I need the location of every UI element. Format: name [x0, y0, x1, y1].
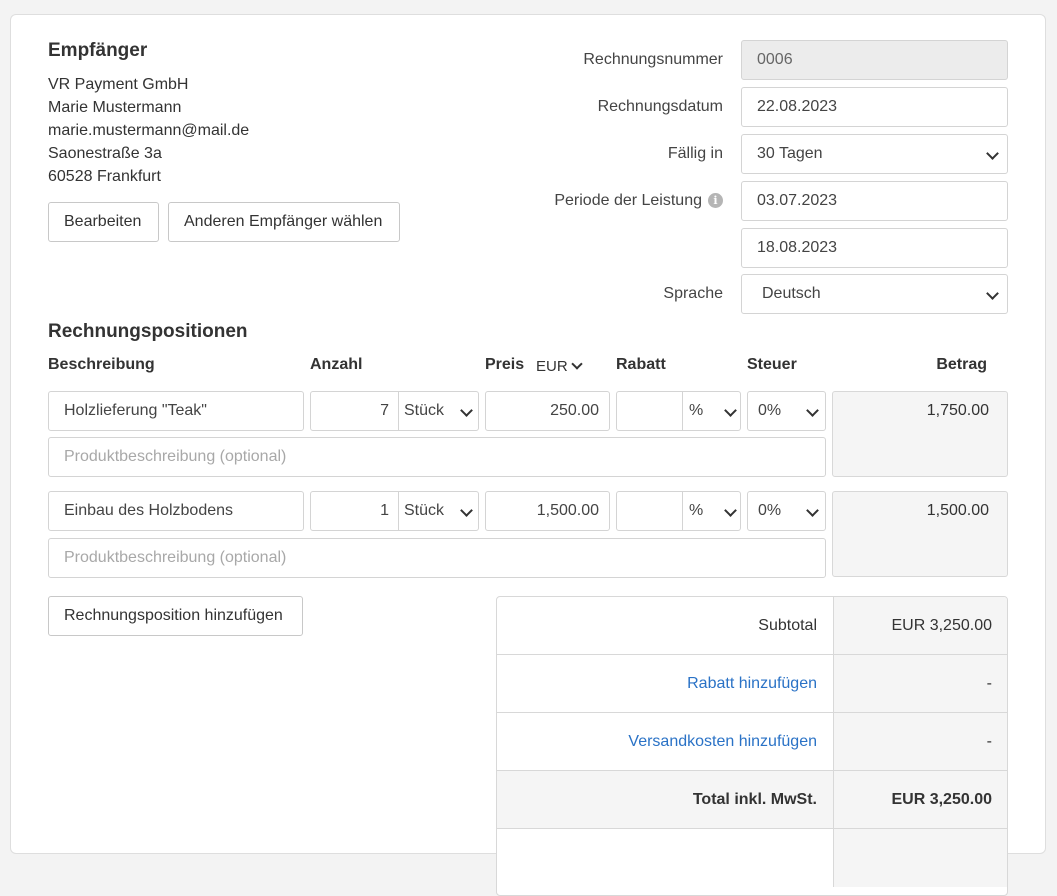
item-unit-select[interactable]: Stück — [404, 492, 478, 530]
shipping-value: - — [834, 713, 1007, 770]
currency-label: EUR — [536, 358, 568, 375]
discount-cell: Rabatt hinzufügen — [497, 655, 834, 712]
invoice-date-field[interactable]: 22.08.2023 — [741, 87, 1008, 127]
positions-heading: Rechnungspositionen — [48, 321, 248, 342]
chevron-down-icon — [571, 358, 583, 370]
totals-next-row — [497, 829, 1007, 887]
total-value: EUR 3,250.00 — [834, 771, 1007, 828]
due-select[interactable]: 30 Tagen — [741, 134, 1008, 174]
col-amount: Betrag — [936, 356, 987, 373]
col-tax: Steuer — [747, 356, 797, 373]
divider — [398, 492, 399, 530]
language-select[interactable]: Deutsch — [741, 274, 1008, 314]
item-discount-group: % — [616, 491, 741, 531]
due-label: Fällig in — [667, 145, 723, 162]
subtotal-label: Subtotal — [497, 597, 834, 654]
recipient-name: Marie Mustermann — [48, 99, 182, 116]
item-discount-input[interactable] — [617, 492, 681, 530]
chevron-down-icon — [986, 287, 999, 300]
period-to-field[interactable]: 18.08.2023 — [741, 228, 1008, 268]
item-tax-value: 0% — [758, 502, 782, 519]
divider — [398, 392, 399, 430]
total-row: Total inkl. MwSt. EUR 3,250.00 — [497, 771, 1007, 829]
item-discount-type-select[interactable]: % — [689, 392, 740, 430]
due-value: 30 Tagen — [757, 145, 823, 162]
add-position-button[interactable]: Rechnungsposition hinzufügen — [48, 596, 303, 636]
shipping-row: Versandkosten hinzufügen - — [497, 713, 1007, 771]
item-discount-input[interactable] — [617, 392, 681, 430]
col-description: Beschreibung — [48, 356, 155, 373]
item-quantity-input[interactable]: 1 — [311, 492, 389, 530]
recipient-company: VR Payment GmbH — [48, 76, 189, 93]
item-discount-type-value: % — [689, 402, 704, 419]
item-quantity-group: 1 Stück — [310, 491, 479, 531]
totals-next-right — [834, 829, 1007, 887]
divider — [682, 492, 683, 530]
subtotal-value: EUR 3,250.00 — [834, 597, 1007, 654]
add-discount-link[interactable]: Rabatt hinzufügen — [687, 675, 817, 692]
item-description-input[interactable]: Holzlieferung "Teak" — [48, 391, 304, 431]
add-shipping-link[interactable]: Versandkosten hinzufügen — [628, 733, 817, 750]
item-amount: 1,750.00 — [832, 391, 1008, 477]
recipient-heading: Empfänger — [48, 40, 148, 61]
currency-dropdown[interactable]: EUR — [536, 358, 586, 378]
period-label: Periode der Leistung i — [461, 192, 723, 210]
col-quantity: Anzahl — [310, 356, 363, 373]
item-description-input[interactable]: Einbau des Holzbodens — [48, 491, 304, 531]
item-discount-group: % — [616, 391, 741, 431]
invoice-number-label: Rechnungsnummer — [583, 51, 723, 68]
shipping-cell: Versandkosten hinzufügen — [497, 713, 834, 770]
chevron-down-icon — [724, 404, 737, 417]
recipient-city: 60528 Frankfurt — [48, 168, 161, 185]
subtotal-row: Subtotal EUR 3,250.00 — [497, 597, 1007, 655]
chevron-down-icon — [986, 147, 999, 160]
item-quantity-input[interactable]: 7 — [311, 392, 389, 430]
chevron-down-icon — [724, 504, 737, 517]
invoice-date-label: Rechnungsdatum — [597, 98, 723, 115]
item-price-input[interactable]: 250.00 — [485, 391, 610, 431]
totals-next-left — [497, 829, 834, 887]
chevron-down-icon — [460, 504, 473, 517]
item-unit-select[interactable]: Stück — [404, 392, 478, 430]
item-price-input[interactable]: 1,500.00 — [485, 491, 610, 531]
chevron-down-icon — [806, 404, 819, 417]
item-product-description-input[interactable]: Produktbeschreibung (optional) — [48, 538, 826, 578]
chevron-down-icon — [806, 504, 819, 517]
item-tax-select[interactable]: 0% — [747, 391, 826, 431]
invoice-number-field: 0006 — [741, 40, 1008, 80]
period-label-text: Periode der Leistung — [554, 192, 702, 209]
choose-other-recipient-button[interactable]: Anderen Empfänger wählen — [168, 202, 400, 242]
item-quantity-group: 7 Stück — [310, 391, 479, 431]
item-unit-value: Stück — [404, 402, 445, 419]
divider — [682, 392, 683, 430]
period-from-field[interactable]: 03.07.2023 — [741, 181, 1008, 221]
edit-recipient-button[interactable]: Bearbeiten — [48, 202, 159, 242]
chevron-down-icon — [460, 404, 473, 417]
discount-value: - — [834, 655, 1007, 712]
item-tax-value: 0% — [758, 402, 782, 419]
discount-row: Rabatt hinzufügen - — [497, 655, 1007, 713]
col-price: Preis — [485, 356, 525, 373]
language-label: Sprache — [663, 285, 723, 302]
col-discount: Rabatt — [616, 356, 666, 373]
recipient-address: VR Payment GmbH Marie Mustermann marie.m… — [48, 73, 249, 188]
item-discount-type-select[interactable]: % — [689, 492, 740, 530]
item-amount: 1,500.00 — [832, 491, 1008, 577]
item-unit-value: Stück — [404, 502, 445, 519]
totals-panel: Subtotal EUR 3,250.00 Rabatt hinzufügen … — [496, 596, 1008, 896]
total-label: Total inkl. MwSt. — [497, 771, 834, 828]
language-value: Deutsch — [762, 285, 821, 302]
item-product-description-input[interactable]: Produktbeschreibung (optional) — [48, 437, 826, 477]
item-discount-type-value: % — [689, 502, 704, 519]
recipient-street: Saonestraße 3a — [48, 145, 162, 162]
invoice-card: Empfänger VR Payment GmbH Marie Musterma… — [10, 14, 1046, 896]
info-icon[interactable]: i — [708, 193, 723, 208]
item-tax-select[interactable]: 0% — [747, 491, 826, 531]
recipient-email: marie.mustermann@mail.de — [48, 122, 250, 139]
